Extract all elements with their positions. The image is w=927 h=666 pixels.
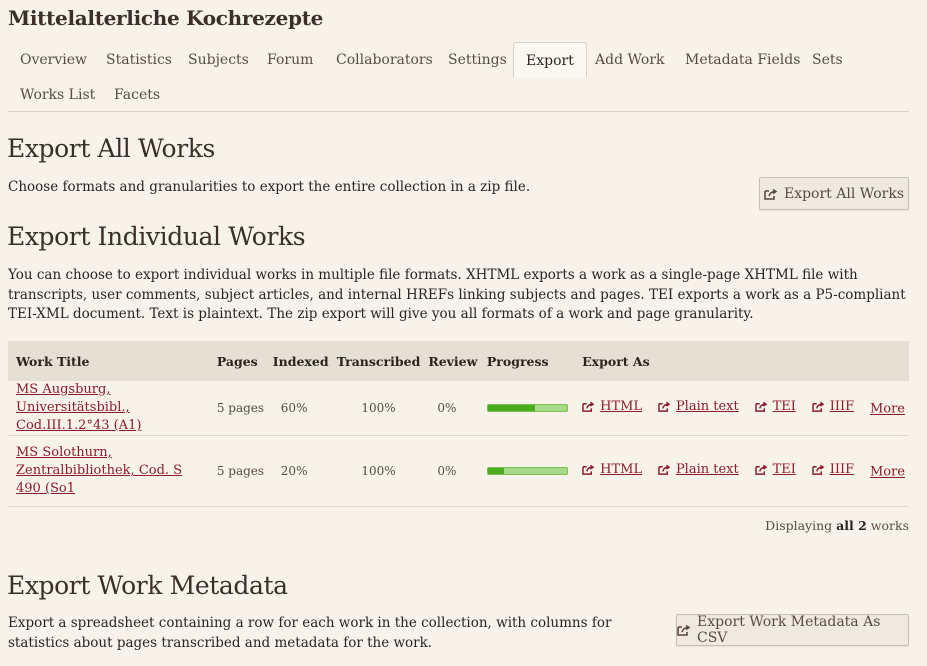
indexed-cell: 20% (280, 464, 308, 478)
work-title-link[interactable]: MS Augsburg, Universitätsbibl., Cod.III.… (16, 382, 141, 433)
external-link-icon (582, 401, 596, 413)
work-title-link[interactable]: MS Solothurn, Zentralbibliothek, Cod. S … (16, 445, 182, 496)
indexed-cell: 60% (280, 401, 308, 415)
tab-statistics[interactable]: Statistics (94, 42, 184, 78)
tab-export[interactable]: Export (513, 42, 587, 78)
transcribed-cell: 100% (361, 401, 396, 415)
pagination-suffix: works (870, 518, 909, 533)
table-row: MS Solothurn, Zentralbibliothek, Cod. S … (8, 436, 909, 507)
external-link-icon (658, 401, 672, 413)
export-metadata-csv-button[interactable]: Export Work Metadata As CSV (676, 614, 909, 646)
external-link-icon (754, 401, 769, 413)
tab-collaborators[interactable]: Collaborators (324, 42, 445, 78)
export-all-button-label: Export All Works (783, 185, 905, 202)
export-more-link[interactable]: More (870, 402, 905, 417)
external-link-icon (677, 624, 691, 636)
tab-add-work[interactable]: Add Work (583, 42, 677, 78)
export-html-link[interactable]: HTML (600, 399, 642, 414)
export-metadata-heading: Export Work Metadata (7, 571, 288, 600)
review-cell: 0% (437, 401, 457, 415)
collection-title: Mittelalterliche Kochrezepte (8, 6, 324, 30)
tab-forum[interactable]: Forum (255, 42, 325, 78)
col-review[interactable]: Review (424, 341, 483, 381)
pages-cell: 5 pages (216, 401, 265, 415)
col-export-as: Export As (582, 353, 650, 369)
review-cell: 0% (437, 464, 457, 478)
tab-subjects[interactable]: Subjects (176, 42, 261, 78)
table-row: MS Augsburg, Universitätsbibl., Cod.III.… (8, 381, 909, 436)
external-link-icon (764, 188, 778, 200)
export-metadata-button-label: Export Work Metadata As CSV (697, 614, 881, 646)
export-all-button[interactable]: Export All Works (759, 177, 909, 210)
transcribed-cell: 100% (361, 464, 396, 478)
col-pages[interactable]: Pages (213, 341, 269, 381)
tab-works-list[interactable]: Works List (8, 77, 107, 113)
tab-metadata-fields[interactable]: Metadata Fields (673, 42, 812, 78)
external-link-icon (811, 464, 826, 476)
col-work-title[interactable]: Work Title (8, 341, 213, 381)
collection-tabs: Overview Statistics Subjects Forum Colla… (8, 42, 909, 112)
progress-fill (487, 468, 504, 474)
export-plaintext-link[interactable]: Plain text (676, 462, 739, 477)
export-iiif-link[interactable]: IIIF (830, 399, 854, 414)
progress-fill (487, 405, 536, 411)
export-individual-heading: Export Individual Works (7, 222, 306, 251)
works-table: Work Title Pages Indexed Transcribed Rev… (8, 341, 909, 507)
export-tei-link[interactable]: TEI (773, 462, 796, 477)
col-indexed[interactable]: Indexed (269, 341, 333, 381)
tab-settings[interactable]: Settings (436, 42, 519, 78)
export-iiif-link[interactable]: IIIF (830, 462, 854, 477)
export-all-description: Choose formats and granularities to expo… (8, 179, 531, 195)
export-more-link[interactable]: More (870, 465, 905, 480)
table-header-row: Work Title Pages Indexed Transcribed Rev… (8, 341, 909, 381)
pagination-count: all 2 (836, 518, 867, 533)
export-html-link[interactable]: HTML (600, 462, 642, 477)
pages-cell: 5 pages (216, 464, 265, 478)
external-link-icon (582, 464, 596, 476)
external-link-icon (811, 401, 826, 413)
export-tei-link[interactable]: TEI (773, 399, 796, 414)
progress-bar (486, 404, 568, 412)
tab-facets[interactable]: Facets (102, 77, 172, 113)
external-link-icon (754, 464, 769, 476)
pagination-info: Displaying all 2 works (765, 518, 909, 533)
export-metadata-description: Export a spreadsheet containing a row fo… (8, 615, 612, 651)
pagination-prefix: Displaying (765, 518, 833, 533)
external-link-icon (658, 464, 672, 476)
tab-sets[interactable]: Sets (800, 42, 855, 78)
progress-bar (486, 467, 568, 475)
export-plaintext-link[interactable]: Plain text (676, 399, 739, 414)
export-all-heading: Export All Works (7, 134, 215, 163)
tab-overview[interactable]: Overview (8, 42, 99, 78)
col-progress: Progress (486, 353, 549, 369)
col-transcribed[interactable]: Transcribed (333, 341, 425, 381)
export-individual-description: You can choose to export individual work… (8, 267, 906, 322)
